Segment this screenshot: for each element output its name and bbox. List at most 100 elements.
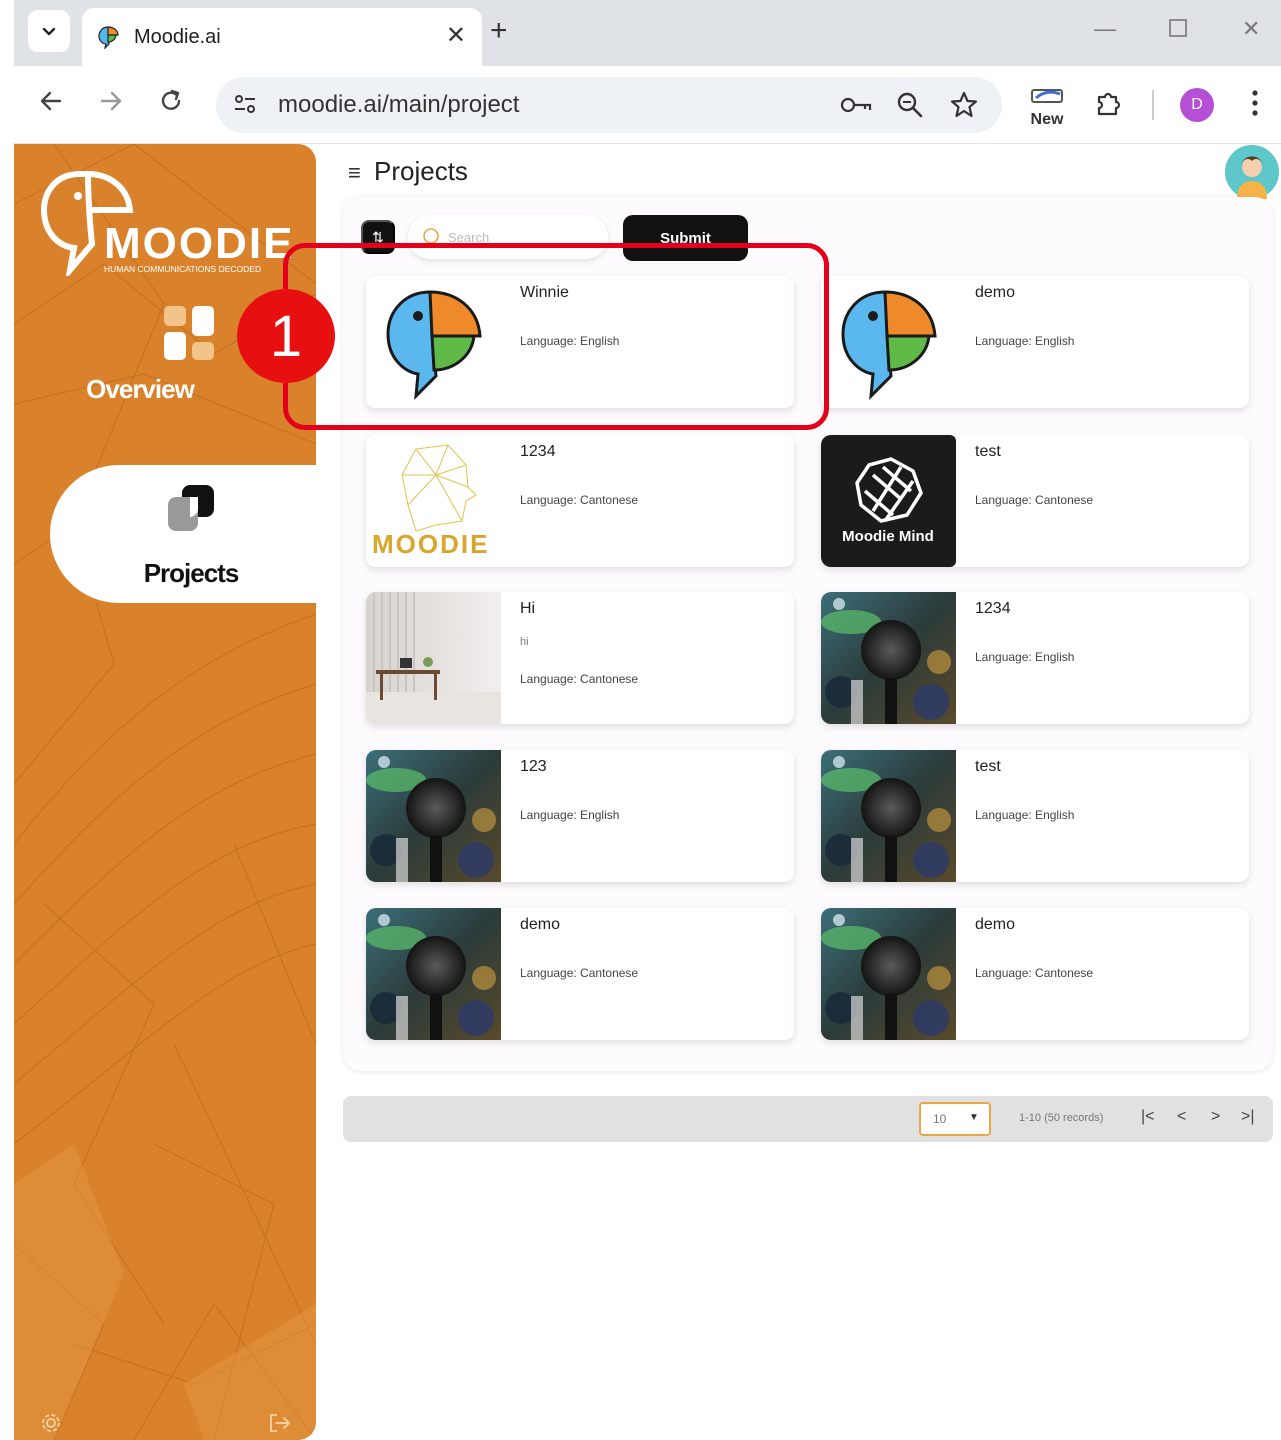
project-title: test	[975, 443, 1001, 460]
project-language: Language: Cantonese	[520, 966, 639, 980]
page-size-value: 10	[933, 1112, 947, 1126]
annotation-highlight-box	[283, 243, 829, 430]
user-avatar[interactable]	[1225, 145, 1279, 199]
url-text[interactable]: moodie.ai/main/project	[278, 91, 519, 119]
moodie-mind-logo-icon: Moodie Mind	[821, 435, 956, 567]
project-card[interactable]: 123 Language: English	[366, 750, 794, 882]
toolbar-divider	[1152, 90, 1154, 120]
microphone-photo-image	[821, 750, 956, 882]
reload-icon[interactable]	[158, 88, 184, 121]
extensions-puzzle-icon[interactable]	[1094, 88, 1124, 125]
project-title: demo	[520, 916, 561, 933]
project-card[interactable]: test Language: English	[821, 750, 1249, 882]
parrot-logo-icon	[821, 276, 956, 408]
projects-stack-icon	[168, 485, 214, 531]
microphone-photo-image	[821, 592, 956, 724]
new-badge-label: New	[1030, 111, 1064, 128]
project-thumbnail	[821, 908, 956, 1040]
project-language: Language: Cantonese	[975, 493, 1094, 507]
page-title: Projects	[374, 156, 468, 186]
sidebar-item-label: Projects	[143, 558, 240, 588]
minimize-icon[interactable]: —	[1094, 16, 1116, 42]
first-page-icon[interactable]: |<	[1141, 1108, 1155, 1126]
project-title: 1234	[520, 443, 556, 460]
tab-search-dropdown[interactable]	[28, 10, 70, 52]
microphone-photo-image	[366, 908, 501, 1040]
moodie-head-logo-text: MOODIE	[372, 529, 489, 559]
new-tab-icon[interactable]: +	[490, 14, 508, 48]
next-page-icon[interactable]: >	[1211, 1108, 1220, 1126]
bookmark-star-icon[interactable]	[950, 91, 978, 124]
project-language: Language: Cantonese	[520, 493, 639, 507]
back-icon[interactable]	[38, 88, 64, 121]
moodie-logo: MOODIE HUMAN COMMUNICATIONS DECODED	[40, 166, 300, 281]
project-card[interactable]: demo Language: Cantonese	[366, 908, 794, 1040]
project-title: demo	[975, 284, 1016, 301]
room-photo-image	[366, 592, 501, 724]
project-thumbnail: MOODIE	[366, 435, 501, 567]
logo-wordmark: MOODIE	[104, 219, 294, 268]
project-thumbnail	[366, 592, 501, 724]
annotation-number-badge: 1	[237, 289, 335, 383]
browser-tab[interactable]: Moodie.ai ✕	[82, 8, 482, 66]
project-thumbnail	[366, 750, 501, 882]
tab-title: Moodie.ai	[134, 25, 221, 48]
browser-tab-bar: Moodie.ai ✕ + — ✕	[14, 0, 1281, 66]
microphone-photo-image	[366, 750, 501, 882]
project-title: 1234	[975, 600, 1011, 617]
zoom-icon[interactable]	[896, 91, 924, 124]
microphone-photo-image	[821, 908, 956, 1040]
project-title: 123	[520, 758, 547, 775]
project-card[interactable]: demo Language: English	[821, 276, 1249, 408]
new-feature-badge[interactable]: New	[1026, 88, 1068, 129]
project-card[interactable]: demo Language: Cantonese	[821, 908, 1249, 1040]
maximize-icon[interactable]	[1168, 18, 1188, 44]
logo-tagline: HUMAN COMMUNICATIONS DECODED	[104, 264, 261, 274]
moodie-head-logo-icon: MOODIE	[366, 435, 501, 567]
project-language: Language: Cantonese	[975, 966, 1094, 980]
sidebar-item-projects[interactable]: Projects	[50, 465, 316, 603]
project-thumbnail	[821, 750, 956, 882]
page-info-text: 1-10 (50 records)	[1019, 1112, 1104, 1124]
window-close-icon[interactable]: ✕	[1242, 16, 1260, 42]
browser-toolbar: moodie.ai/main/project New D	[14, 66, 1281, 144]
chevron-down-icon	[42, 27, 56, 36]
address-bar[interactable]: moodie.ai/main/project	[216, 77, 1002, 133]
moodie-mind-logo-text: Moodie Mind	[842, 528, 934, 545]
project-language: Language: English	[975, 808, 1075, 822]
page-size-select[interactable]: 10 ▼	[919, 1102, 991, 1136]
tab-close-icon[interactable]: ✕	[446, 21, 466, 50]
project-title: Hi	[520, 600, 536, 617]
profile-avatar[interactable]: D	[1180, 88, 1214, 122]
project-language: Language: English	[975, 650, 1075, 664]
project-description: hi	[520, 636, 529, 648]
project-card[interactable]: Moodie Mind test Language: Cantonese	[821, 435, 1249, 567]
user-avatar-icon	[1225, 145, 1279, 199]
project-card[interactable]: MOODIE 1234 Language: Cantonese	[366, 435, 794, 567]
password-key-icon[interactable]	[840, 91, 872, 124]
project-language: Language: English	[975, 334, 1075, 348]
project-card[interactable]: Hi hi Language: Cantonese	[366, 592, 794, 724]
new-feature-icon	[1031, 89, 1063, 103]
project-title: demo	[975, 916, 1016, 933]
logout-icon[interactable]	[268, 1412, 292, 1439]
project-language: Language: Cantonese	[520, 672, 639, 686]
project-language: Language: English	[520, 808, 620, 822]
project-thumbnail	[821, 592, 956, 724]
browser-menu-icon[interactable]	[1250, 88, 1260, 125]
last-page-icon[interactable]: >|	[1241, 1108, 1255, 1126]
settings-gear-icon[interactable]	[40, 1412, 62, 1439]
prev-page-icon[interactable]: <	[1177, 1108, 1186, 1126]
project-thumbnail	[821, 276, 956, 408]
forward-icon[interactable]	[98, 88, 124, 121]
project-title: test	[975, 758, 1001, 775]
pagination-bar: 10 ▼ 1-10 (50 records) |< < > >|	[343, 1096, 1273, 1142]
menu-hamburger-icon[interactable]: ≡	[348, 160, 361, 186]
caret-down-icon: ▼	[969, 1112, 979, 1123]
project-card[interactable]: 1234 Language: English	[821, 592, 1249, 724]
dashboard-grid-icon	[164, 306, 214, 360]
project-thumbnail: Moodie Mind	[821, 435, 956, 567]
project-thumbnail	[366, 908, 501, 1040]
favicon-parrot-icon	[98, 26, 119, 49]
site-settings-icon[interactable]	[232, 91, 258, 122]
